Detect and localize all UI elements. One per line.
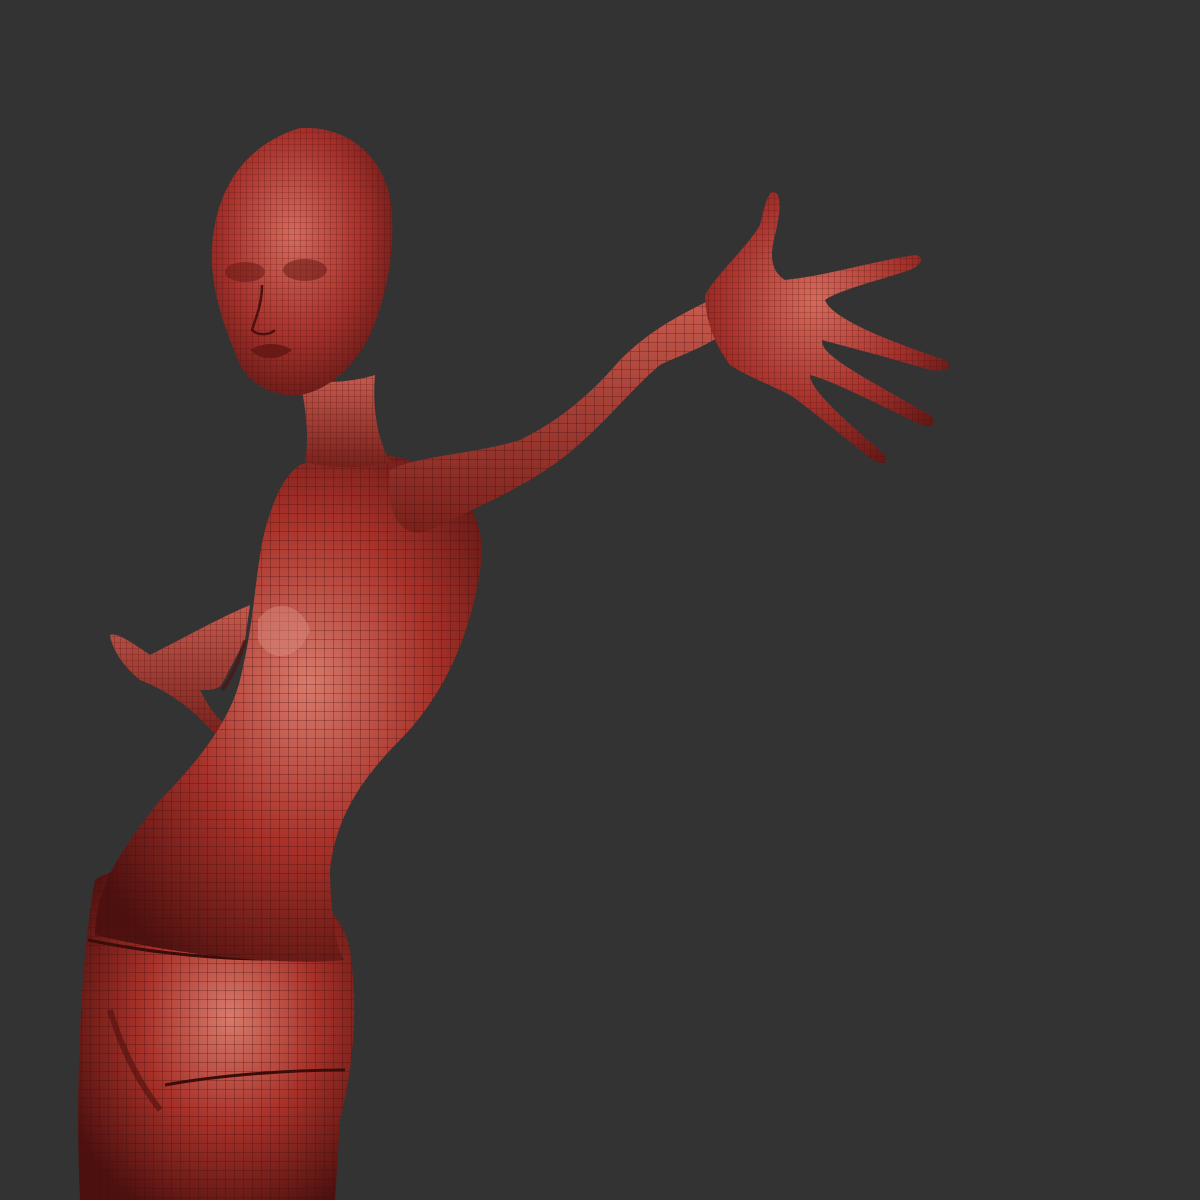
left-eye-socket	[225, 262, 265, 282]
3d-viewport[interactable]	[0, 0, 1200, 1200]
viewport-canvas	[0, 0, 1200, 1200]
right-eye-socket	[283, 259, 327, 281]
